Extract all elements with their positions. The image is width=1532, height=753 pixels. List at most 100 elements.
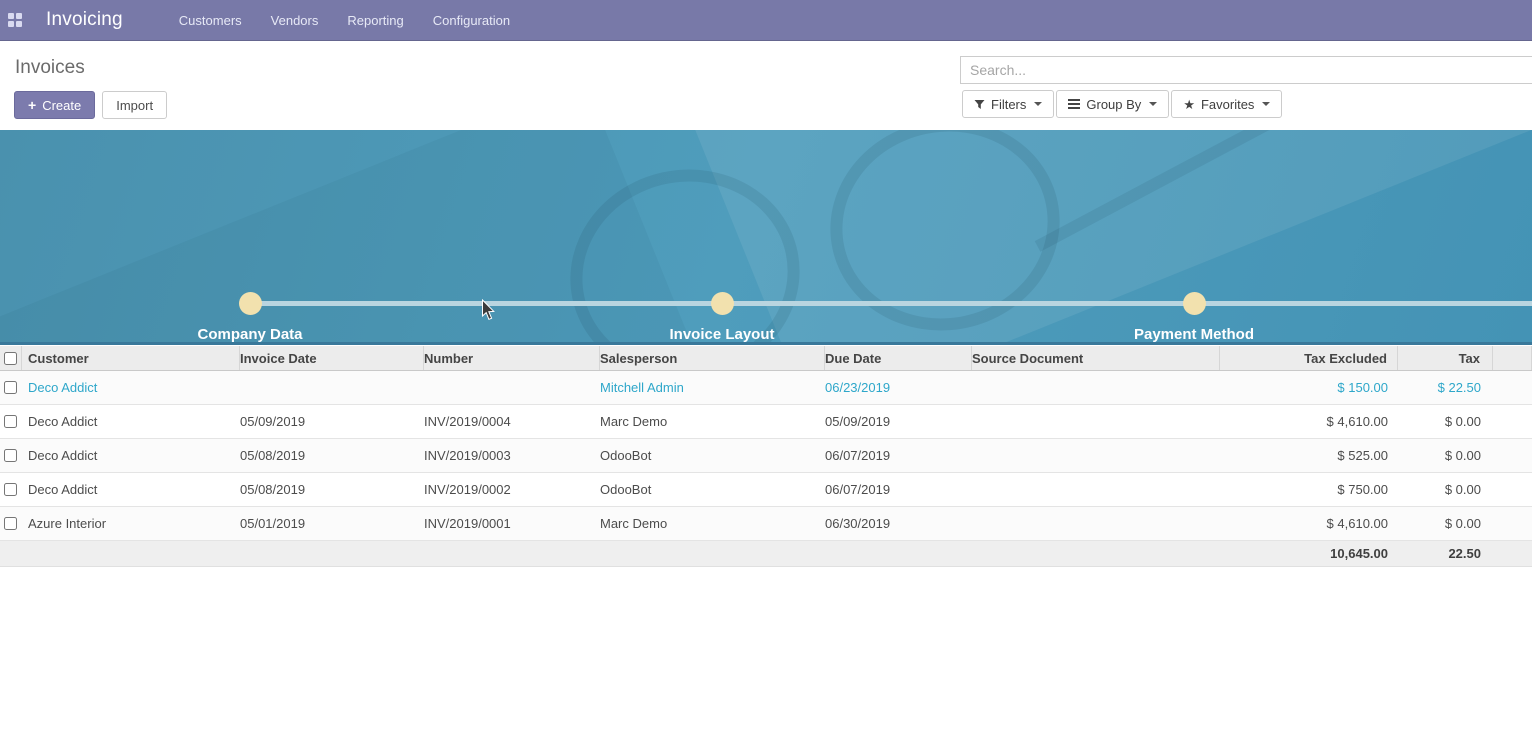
chevron-down-icon bbox=[1262, 102, 1270, 106]
table-row[interactable]: Deco Addict 05/08/2019 INV/2019/0002 Odo… bbox=[0, 473, 1532, 507]
header-invoice-date[interactable]: Invoice Date bbox=[240, 346, 424, 370]
nav-vendors[interactable]: Vendors bbox=[271, 13, 319, 28]
cell-number[interactable]: INV/2019/0002 bbox=[424, 482, 600, 497]
select-all-checkbox-cell bbox=[0, 346, 22, 370]
group-by-button[interactable]: Group By bbox=[1056, 90, 1169, 118]
step-title: Company Data bbox=[100, 326, 400, 343]
header-customer[interactable]: Customer bbox=[22, 346, 240, 370]
list-header-row: Customer Invoice Date Number Salesperson… bbox=[0, 346, 1532, 371]
search-input[interactable] bbox=[960, 56, 1532, 84]
cell-tax-excluded[interactable]: $ 4,610.00 bbox=[1220, 516, 1398, 531]
cell-tax-excluded[interactable]: $ 525.00 bbox=[1220, 448, 1398, 463]
invoice-list-view: Customer Invoice Date Number Salesperson… bbox=[0, 346, 1532, 567]
cell-invoice-date[interactable]: 05/09/2019 bbox=[240, 414, 424, 429]
filters-button-label: Filters bbox=[991, 97, 1026, 112]
table-row[interactable]: Deco Addict Mitchell Admin 06/23/2019 $ … bbox=[0, 371, 1532, 405]
import-button[interactable]: Import bbox=[102, 91, 167, 119]
step-dot-1 bbox=[239, 292, 262, 315]
cell-customer[interactable]: Deco Addict bbox=[22, 380, 240, 395]
cell-due-date[interactable]: 05/09/2019 bbox=[825, 414, 972, 429]
cell-tax[interactable]: $ 0.00 bbox=[1398, 448, 1493, 463]
step-title: Payment Method bbox=[1044, 326, 1344, 343]
nav-customers[interactable]: Customers bbox=[179, 13, 242, 28]
apps-grid-icon[interactable] bbox=[8, 13, 23, 28]
cell-tax[interactable]: $ 22.50 bbox=[1398, 380, 1493, 395]
cell-salesperson[interactable]: OdooBot bbox=[600, 448, 825, 463]
create-button-label: Create bbox=[42, 98, 81, 113]
plus-icon: + bbox=[28, 97, 36, 113]
chevron-down-icon bbox=[1149, 102, 1157, 106]
onboarding-banner: Company Data Set your company's data for… bbox=[0, 130, 1532, 345]
step-title: Invoice Layout bbox=[572, 326, 872, 343]
cell-due-date[interactable]: 06/07/2019 bbox=[825, 482, 972, 497]
row-checkbox[interactable] bbox=[4, 483, 17, 496]
cell-invoice-date[interactable]: 05/01/2019 bbox=[240, 516, 424, 531]
onboarding-progress-line bbox=[250, 301, 1532, 306]
row-checkbox[interactable] bbox=[4, 517, 17, 530]
total-tax-excluded: 10,645.00 bbox=[1220, 546, 1398, 561]
cell-salesperson[interactable]: OdooBot bbox=[600, 482, 825, 497]
cell-tax[interactable]: $ 0.00 bbox=[1398, 414, 1493, 429]
favorites-button-label: Favorites bbox=[1201, 97, 1254, 112]
cell-salesperson[interactable]: Marc Demo bbox=[600, 414, 825, 429]
cell-number[interactable]: INV/2019/0003 bbox=[424, 448, 600, 463]
favorites-button[interactable]: ★ Favorites bbox=[1171, 90, 1282, 118]
search-filter-buttons: Filters Group By ★ Favorites bbox=[962, 90, 1282, 118]
cell-customer[interactable]: Azure Interior bbox=[22, 516, 240, 531]
page-title: Invoices bbox=[15, 57, 85, 79]
row-checkbox-cell bbox=[0, 449, 22, 462]
header-tax[interactable]: Tax bbox=[1398, 346, 1493, 370]
cell-due-date[interactable]: 06/23/2019 bbox=[825, 380, 972, 395]
cell-tax-excluded[interactable]: $ 4,610.00 bbox=[1220, 414, 1398, 429]
cell-number[interactable]: INV/2019/0001 bbox=[424, 516, 600, 531]
header-number[interactable]: Number bbox=[424, 346, 600, 370]
cell-customer[interactable]: Deco Addict bbox=[22, 414, 240, 429]
cell-customer[interactable]: Deco Addict bbox=[22, 448, 240, 463]
row-checkbox-cell bbox=[0, 517, 22, 530]
cell-salesperson[interactable]: Mitchell Admin bbox=[600, 380, 825, 395]
cell-due-date[interactable]: 06/07/2019 bbox=[825, 448, 972, 463]
chevron-down-icon bbox=[1034, 102, 1042, 106]
import-button-label: Import bbox=[116, 98, 153, 113]
row-checkbox-cell bbox=[0, 381, 22, 394]
cell-customer[interactable]: Deco Addict bbox=[22, 482, 240, 497]
table-row[interactable]: Deco Addict 05/08/2019 INV/2019/0003 Odo… bbox=[0, 439, 1532, 473]
invoicing-app: Invoicing Customers Vendors Reporting Co… bbox=[0, 0, 1532, 753]
header-spacer bbox=[1493, 346, 1532, 370]
header-salesperson[interactable]: Salesperson bbox=[600, 346, 825, 370]
filters-button[interactable]: Filters bbox=[962, 90, 1054, 118]
onboarding-step-company-data: Company Data Set your company's data for… bbox=[100, 326, 400, 345]
row-checkbox[interactable] bbox=[4, 381, 17, 394]
row-checkbox-cell bbox=[0, 415, 22, 428]
table-row[interactable]: Azure Interior 05/01/2019 INV/2019/0001 … bbox=[0, 507, 1532, 541]
row-checkbox[interactable] bbox=[4, 415, 17, 428]
cell-tax[interactable]: $ 0.00 bbox=[1398, 516, 1493, 531]
header-due-date[interactable]: Due Date bbox=[825, 346, 972, 370]
cell-tax-excluded[interactable]: $ 150.00 bbox=[1220, 380, 1398, 395]
cell-invoice-date[interactable]: 05/08/2019 bbox=[240, 448, 424, 463]
cell-number[interactable]: INV/2019/0004 bbox=[424, 414, 600, 429]
cell-tax[interactable]: $ 0.00 bbox=[1398, 482, 1493, 497]
cell-due-date[interactable]: 06/30/2019 bbox=[825, 516, 972, 531]
step-dot-3 bbox=[1183, 292, 1206, 315]
table-row[interactable]: Deco Addict 05/09/2019 INV/2019/0004 Mar… bbox=[0, 405, 1532, 439]
create-button[interactable]: + Create bbox=[14, 91, 95, 119]
top-nav: Customers Vendors Reporting Configuratio… bbox=[179, 13, 510, 28]
nav-reporting[interactable]: Reporting bbox=[347, 13, 403, 28]
cell-invoice-date[interactable]: 05/08/2019 bbox=[240, 482, 424, 497]
onboarding-step-invoice-layout: Invoice Layout Customize the look of you… bbox=[572, 326, 872, 345]
group-by-button-label: Group By bbox=[1086, 97, 1141, 112]
cell-salesperson[interactable]: Marc Demo bbox=[600, 516, 825, 531]
header-tax-excluded[interactable]: Tax Excluded bbox=[1220, 346, 1398, 370]
cell-tax-excluded[interactable]: $ 750.00 bbox=[1220, 482, 1398, 497]
row-checkbox[interactable] bbox=[4, 449, 17, 462]
action-buttons: + Create Import bbox=[14, 91, 167, 119]
top-bar: Invoicing Customers Vendors Reporting Co… bbox=[0, 0, 1532, 41]
app-brand[interactable]: Invoicing bbox=[46, 9, 123, 31]
step-dot-2 bbox=[711, 292, 734, 315]
select-all-checkbox[interactable] bbox=[4, 352, 17, 365]
funnel-icon bbox=[974, 99, 985, 110]
nav-configuration[interactable]: Configuration bbox=[433, 13, 510, 28]
list-footer-row: 10,645.00 22.50 bbox=[0, 541, 1532, 567]
header-source-document[interactable]: Source Document bbox=[972, 346, 1220, 370]
